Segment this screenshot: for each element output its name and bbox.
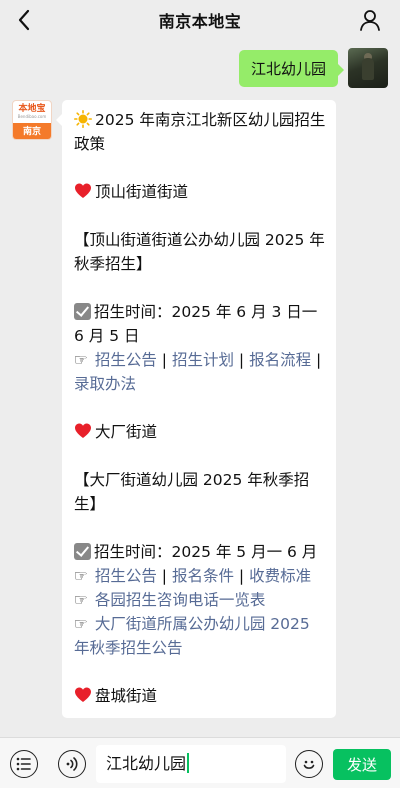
separator: | — [161, 567, 168, 585]
link-public-kindergarten-notice[interactable]: 大厂街道所属公办幼儿园 2025 年秋季招生公告 — [74, 615, 310, 657]
message-title-text: 2025 年南京江北新区幼儿园招生政策 — [74, 111, 326, 153]
user-message-bubble[interactable]: 江北幼儿园 — [238, 50, 345, 87]
bot-message-bubble[interactable]: 2025 年南京江北新区幼儿园招生政策 顶山街道街道 【顶山街道街道公办幼儿园 … — [56, 100, 336, 718]
person-icon[interactable] — [356, 6, 384, 34]
section-body: 招生时间：2025 年 6 月 3 日一6 月 5 日 ☞ 招生公告 | 招生计… — [74, 300, 326, 396]
district-name: 顶山街道街道 — [95, 183, 189, 201]
voice-icon[interactable] — [58, 750, 86, 778]
avatar-figure-body — [362, 58, 374, 80]
chat-area[interactable]: 江北幼儿园 本地宝 Bendibao.com 南京 2025 年南京江北新区幼儿… — [0, 40, 400, 737]
separator: | — [316, 351, 322, 369]
user-avatar[interactable] — [348, 48, 388, 88]
pointing-hand-icon: ☞ — [74, 351, 88, 369]
send-button[interactable]: 发送 — [333, 749, 391, 780]
message-input-value: 江北幼儿园 — [106, 754, 187, 773]
separator: | — [238, 567, 245, 585]
link-admission[interactable]: 录取办法 — [74, 375, 136, 393]
district-name: 大厂街道 — [95, 423, 158, 441]
link-line: ☞ 招生公告 | 报名条件 | 收费标准 — [74, 564, 326, 588]
enrollment-time-text: 招生时间：2025 年 6 月 3 日一6 月 5 日 — [74, 303, 318, 345]
pointing-hand-icon: ☞ — [74, 591, 88, 609]
link-announcement[interactable]: 招生公告 — [95, 567, 157, 585]
link-announcement[interactable]: 招生公告 — [95, 351, 157, 369]
message-input[interactable]: 江北幼儿园 — [96, 745, 286, 783]
separator: | — [238, 351, 245, 369]
check-icon — [74, 543, 91, 560]
user-message-row: 江北幼儿园 — [238, 48, 388, 88]
bot-message-row: 本地宝 Bendibao.com 南京 2025 年南京江北新区幼儿园招生政策 — [12, 100, 336, 718]
link-line: ☞ 大厂街道所属公办幼儿园 2025 年秋季招生公告 — [74, 612, 326, 660]
enrollment-time: 招生时间：2025 年 6 月 3 日一6 月 5 日 — [74, 300, 326, 348]
emoji-icon[interactable] — [295, 750, 323, 778]
section-heading: 【大厂街道幼儿园 2025 年秋季招生】 — [74, 471, 310, 513]
link-phone-list[interactable]: 各园招生咨询电话一览表 — [95, 591, 266, 609]
district-heading: 盘城街道 — [74, 684, 326, 708]
check-icon — [74, 303, 91, 320]
district-heading: 大厂街道 — [74, 420, 326, 444]
sun-icon — [74, 110, 92, 128]
chat-header: 南京本地宝 — [0, 0, 400, 40]
link-fees[interactable]: 收费标准 — [249, 567, 311, 585]
enrollment-time-text: 招生时间：2025 年 5 月一 6 月 — [94, 543, 318, 561]
bot-logo-text: 本地宝 — [18, 104, 46, 115]
bot-logo-city: 南京 — [13, 122, 51, 139]
heart-icon — [75, 423, 91, 438]
district-heading: 顶山街道街道 — [74, 180, 326, 204]
link-plan[interactable]: 招生计划 — [172, 351, 234, 369]
link-line: ☞ 各园招生咨询电话一览表 — [74, 588, 326, 612]
link-line: ☞ 招生公告 | 招生计划 | 报名流程 | 录取办法 — [74, 348, 326, 396]
chevron-left-icon[interactable] — [10, 6, 38, 34]
bot-avatar[interactable]: 本地宝 Bendibao.com 南京 — [12, 100, 52, 140]
section-heading: 【顶山街道街道公办幼儿园 2025 年秋季招生】 — [74, 231, 325, 273]
text-caret — [187, 753, 190, 773]
message-title: 2025 年南京江北新区幼儿园招生政策 — [74, 108, 326, 156]
separator: | — [161, 351, 168, 369]
pointing-hand-icon: ☞ — [74, 615, 88, 633]
chat-title: 南京本地宝 — [158, 12, 242, 31]
section-body: 招生时间：2025 年 5 月一 6 月 ☞ 招生公告 | 报名条件 | 收费标… — [74, 540, 326, 660]
enrollment-time: 招生时间：2025 年 5 月一 6 月 — [74, 540, 326, 564]
heart-icon — [75, 687, 91, 702]
link-process[interactable]: 报名流程 — [249, 351, 311, 369]
pointing-hand-icon: ☞ — [74, 567, 88, 585]
bot-logo: 本地宝 Bendibao.com — [13, 101, 51, 123]
bot-logo-subtext: Bendibao.com — [17, 114, 47, 120]
link-conditions[interactable]: 报名条件 — [172, 567, 234, 585]
district-name: 盘城街道 — [95, 687, 158, 705]
heart-icon — [75, 183, 91, 198]
list-icon[interactable] — [10, 750, 38, 778]
input-bar: 江北幼儿园 发送 — [0, 737, 400, 788]
